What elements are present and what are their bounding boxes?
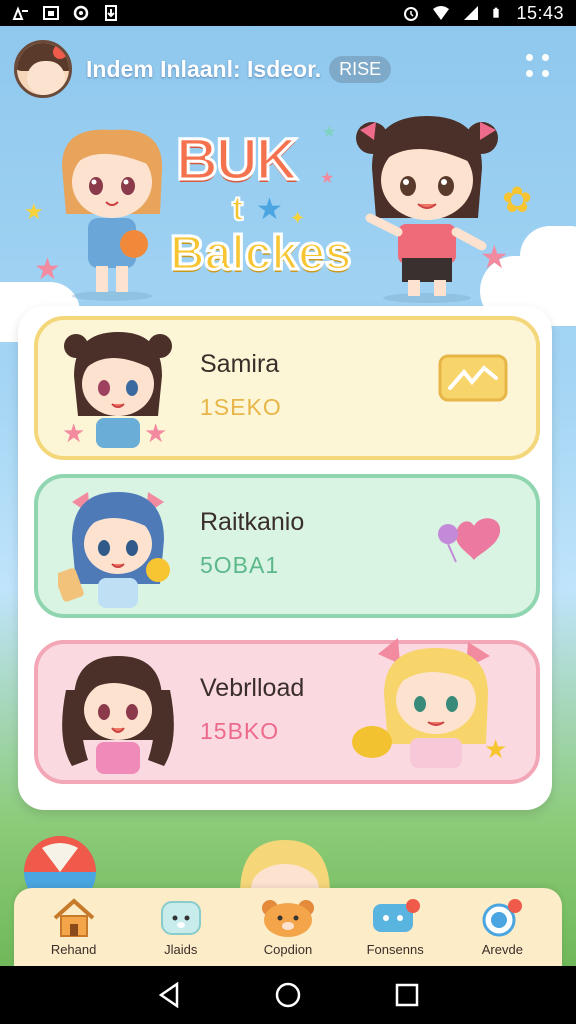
app-header: Indem Inlaanl: Isdeor. RISE	[14, 36, 562, 102]
home-icon	[53, 897, 94, 937]
alarm-icon	[404, 7, 419, 21]
wifi-icon	[433, 6, 450, 20]
logo-title-top: BUK	[175, 126, 300, 194]
player-list-panel: ★ ★ Samira 1SEKO Raitkanio 5OBA1 Vebrllo…	[18, 306, 552, 810]
player-name: Raitkanio	[200, 508, 305, 536]
header-badge[interactable]: RISE	[329, 55, 392, 83]
app-screen: Indem Inlaanl: Isdeor. RISE BUK t ★ Balc…	[0, 26, 576, 966]
bottom-tab-bar: Rehand Jlaids Copdion Fonsenns Arevde	[14, 888, 562, 966]
recents-icon[interactable]	[395, 983, 419, 1007]
menu-grid-button[interactable]	[526, 54, 552, 80]
zigzag-button-icon[interactable]	[438, 354, 508, 402]
battery-icon	[493, 7, 500, 18]
heart-balloon-icon[interactable]	[434, 512, 508, 568]
user-avatar[interactable]	[14, 40, 72, 98]
cell-signal-icon	[464, 6, 479, 20]
tab-label: Arevde	[481, 941, 523, 957]
star-sparkle-icon: ★	[24, 200, 44, 225]
star-sparkle-icon: ★	[480, 238, 509, 276]
player-card[interactable]: Vebrlload 15BKO ★	[34, 638, 540, 784]
star-sparkle-icon: ✦	[290, 208, 306, 229]
tab-label: Rehand	[50, 941, 97, 957]
star-icon: ★	[256, 192, 283, 227]
tab-label: Fonsenns	[366, 941, 424, 957]
tab-profile[interactable]: Arevde	[452, 898, 552, 957]
chibi-head-peeking-illustration	[240, 840, 330, 894]
chibi-girl-brown-avatar: ★ ★	[62, 332, 172, 449]
notification-dot	[53, 45, 67, 59]
logo-title-middle: t	[231, 189, 244, 229]
logo-title-bottom: Balckes	[168, 226, 352, 282]
sync-icon	[73, 5, 89, 21]
clock-time: 15:43	[516, 2, 564, 23]
tab-collection[interactable]: Copdion	[238, 898, 338, 957]
chibi-girl-orange-illustration	[62, 129, 163, 301]
svg-text:★: ★	[484, 735, 507, 765]
player-score: 1SEKO	[200, 394, 282, 420]
player-name: Samira	[200, 350, 280, 378]
flower-icon: ✿	[502, 180, 533, 221]
bear-face-icon	[160, 900, 201, 935]
star-sparkle-icon: ★	[34, 252, 61, 287]
beach-ball-icon	[24, 836, 96, 894]
chibi-girl-blonde-illustration: ★	[352, 638, 507, 768]
download-icon	[105, 5, 117, 21]
player-card[interactable]: Raitkanio 5OBA1	[34, 474, 540, 618]
star-sparkle-icon: ★	[320, 168, 335, 187]
tab-chat[interactable]: Fonsenns	[345, 898, 445, 957]
star-sparkle-icon: ★	[322, 122, 337, 141]
player-name: Vebrlload	[200, 674, 305, 702]
signal-icon	[12, 6, 28, 20]
home-circle-icon[interactable]	[275, 982, 301, 1008]
image-icon	[43, 6, 59, 20]
chibi-girl-pink-avatar	[62, 656, 174, 774]
svg-text:★: ★	[144, 419, 167, 449]
player-score: 15BKO	[200, 718, 280, 744]
bear-mascot-icon	[261, 899, 314, 937]
back-icon[interactable]	[157, 982, 181, 1008]
chat-bubble-icon	[373, 898, 421, 932]
tab-label: Copdion	[263, 941, 313, 957]
chibi-girl-blue-avatar	[58, 492, 170, 608]
svg-text:★: ★	[62, 419, 85, 449]
system-nav-bar	[0, 966, 576, 1024]
page-title: Indem Inlaanl: Isdeor.	[86, 55, 322, 82]
hero-banner: BUK t ★ Balckes ★ ★ ★ ★ ✦ ✿ ★	[0, 108, 576, 308]
balloon-icon	[482, 898, 523, 936]
player-card[interactable]: ★ ★ Samira 1SEKO	[34, 316, 540, 460]
status-bar: 15:43	[0, 0, 576, 26]
tab-friends[interactable]: Jlaids	[131, 898, 231, 957]
player-score: 5OBA1	[200, 552, 280, 578]
tab-home[interactable]: Rehand	[24, 897, 124, 957]
tab-label: Jlaids	[164, 941, 198, 957]
